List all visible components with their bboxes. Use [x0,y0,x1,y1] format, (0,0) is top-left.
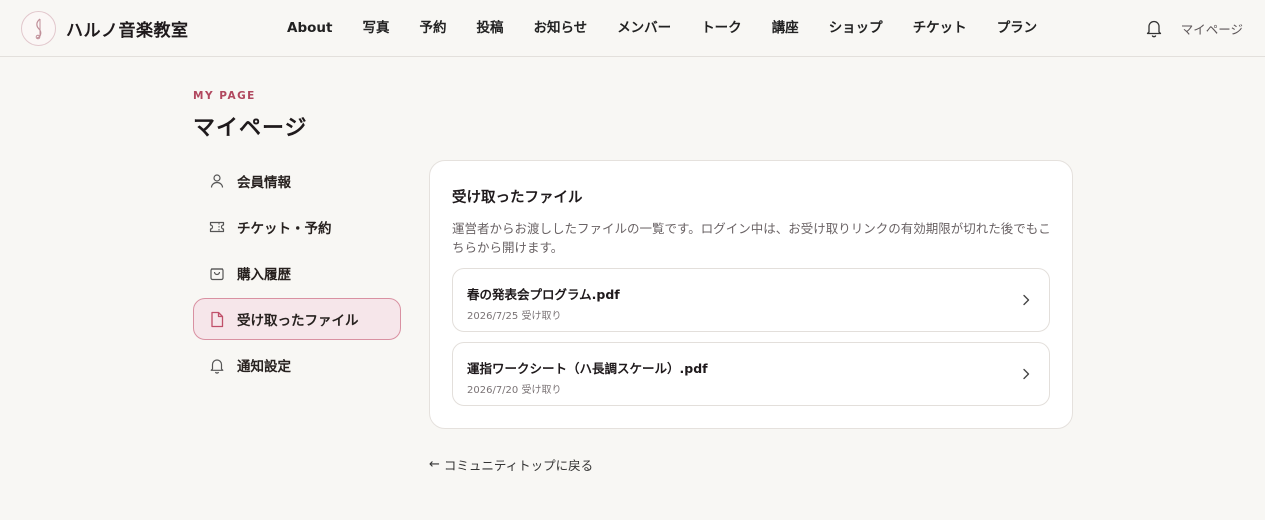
sidebar-item-received-files[interactable]: 受け取ったファイル [193,298,401,340]
shopping-bag-icon [208,264,226,282]
file-item[interactable]: 春の発表会プログラム.pdf 2026/7/25 受け取り [452,268,1050,332]
sidebar-item-label: 購入履歴 [237,267,291,283]
sidebar-item-label: 受け取ったファイル [237,313,359,329]
arrow-left-icon: ← [429,457,440,472]
nav-plans[interactable]: プラン [997,19,1038,37]
card-description: 運営者からお渡ししたファイルの一覧です。ログイン中は、お受け取りリンクの有効期限… [452,221,1051,255]
back-to-community-link[interactable]: ← コミュニティトップに戻る [429,455,593,474]
sidebar: 会員情報 チケット・予約 購入履歴 受け取ったファイル 通知設定 [193,160,401,390]
file-icon [208,310,226,328]
file-received-date: 2026/7/25 受け取り [467,311,562,322]
page-eyebrow: MY PAGE [193,90,256,102]
file-name: 春の発表会プログラム.pdf [467,287,620,302]
nav-posts[interactable]: 投稿 [476,19,503,37]
received-files-card: 受け取ったファイル 運営者からお渡ししたファイルの一覧です。ログイン中は、お受け… [429,160,1073,429]
sidebar-item-label: 会員情報 [237,175,291,191]
nav-news[interactable]: お知らせ [533,19,587,37]
sidebar-item-label: チケット・予約 [237,221,332,237]
mypage-link[interactable]: マイページ [1181,19,1243,38]
top-header: ハルノ音楽教室 About 写真 予約 投稿 お知らせ メンバー トーク 講座 … [0,0,1265,57]
nav-talk[interactable]: トーク [701,19,742,37]
sidebar-item-notifications[interactable]: 通知設定 [193,344,401,386]
nav-reservation[interactable]: 予約 [419,19,446,37]
sidebar-item-purchase-history[interactable]: 購入履歴 [193,252,401,294]
nav-shop[interactable]: ショップ [829,19,883,37]
card-title: 受け取ったファイル [452,190,583,206]
nav-members[interactable]: メンバー [617,19,671,37]
ticket-icon [208,218,226,236]
main-nav: About 写真 予約 投稿 お知らせ メンバー トーク 講座 ショップ チケッ… [287,19,1037,37]
bell-icon[interactable] [1143,16,1165,40]
nav-photos[interactable]: 写真 [362,19,389,37]
file-name: 運指ワークシート（ハ長調スケール）.pdf [467,361,708,376]
brand[interactable]: ハルノ音楽教室 [21,11,189,46]
nav-tickets[interactable]: チケット [913,19,967,37]
bell-icon [208,356,226,374]
chevron-right-icon [1023,368,1030,380]
chevron-right-icon [1023,294,1030,306]
user-icon [208,172,226,190]
file-received-date: 2026/7/20 受け取り [467,385,562,396]
back-link-label: コミュニティトップに戻る [443,458,594,473]
page-title: マイページ [193,116,308,141]
nav-about[interactable]: About [287,19,332,37]
file-item[interactable]: 運指ワークシート（ハ長調スケール）.pdf 2026/7/20 受け取り [452,342,1050,406]
nav-courses[interactable]: 講座 [772,19,799,37]
brand-name: ハルノ音楽教室 [66,21,189,41]
sidebar-item-label: 通知設定 [237,359,291,375]
header-actions: マイページ [1143,16,1243,40]
sidebar-item-tickets[interactable]: チケット・予約 [193,206,401,248]
sidebar-item-member-info[interactable]: 会員情報 [193,160,401,202]
logo-icon [21,11,56,46]
